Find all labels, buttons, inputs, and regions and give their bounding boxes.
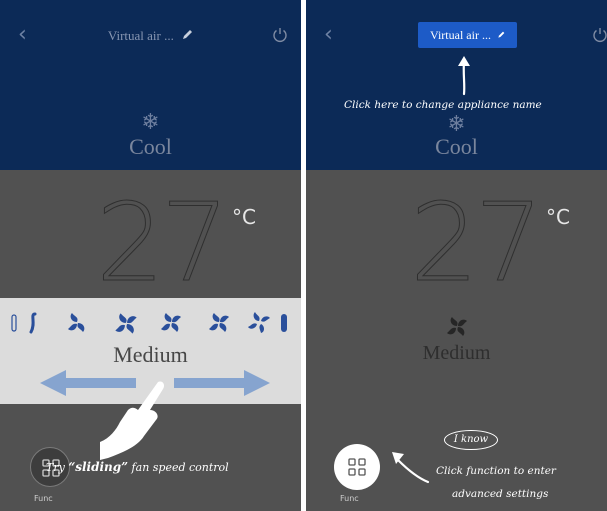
header-panel: ‹ Virtual air ... Click here to change a… (306, 0, 607, 170)
power-icon[interactable] (271, 26, 289, 44)
page-indicator (416, 504, 607, 511)
temperature-unit: °C (546, 205, 570, 229)
fan-level-6-icon[interactable] (244, 308, 274, 338)
appliance-name-button[interactable]: Virtual air ... (418, 22, 517, 48)
function-label: Func (340, 494, 359, 503)
header-panel: ‹ Virtual air ... ❄ Cool (0, 0, 301, 170)
fan-icon (446, 317, 467, 336)
arrow-left-icon (392, 452, 430, 484)
left-screen: ‹ Virtual air ... ❄ Cool 27 °C Medium Tr… (0, 0, 301, 511)
function-hint-line-1: Click function to enter (436, 465, 556, 477)
hand-gesture-icon (100, 381, 165, 460)
fan-speed-label: Medium (113, 342, 188, 367)
fan-level-5-icon[interactable] (204, 308, 234, 338)
mode-label: Cool (435, 134, 478, 159)
pencil-icon (498, 31, 505, 38)
function-label: Func (34, 494, 53, 503)
fan-level-3-icon[interactable] (110, 308, 142, 340)
hint-prefix: Try (46, 461, 69, 474)
back-chevron-icon[interactable]: ‹ (324, 22, 333, 47)
pencil-icon (183, 30, 193, 39)
appliance-name: Virtual air ... (430, 28, 491, 42)
sliding-hint: Try “sliding” fan speed control (46, 460, 229, 474)
appliance-name: Virtual air ... (107, 28, 174, 43)
i-know-button[interactable]: I know (444, 430, 498, 450)
temperature-value: 27 (409, 181, 543, 306)
fan-speed-label: Medium (422, 342, 491, 364)
mode-label: Cool (129, 134, 172, 159)
fan-level-2-icon[interactable] (62, 308, 92, 338)
fan-level-4-icon[interactable] (156, 308, 186, 338)
hint-suffix: fan speed control (128, 461, 229, 474)
fan-speed-icons (8, 308, 298, 342)
grid-icon (348, 458, 366, 476)
fan-max-icon (281, 314, 287, 332)
arrow-up-icon (458, 56, 470, 96)
hint-emphasis: “sliding” (68, 460, 129, 474)
fan-level-1-icon[interactable] (26, 308, 40, 338)
function-button[interactable] (334, 444, 380, 490)
snowflake-icon: ❄ (141, 110, 160, 135)
appliance-title[interactable]: Virtual air ... (0, 28, 301, 44)
right-screen: ‹ Virtual air ... Click here to change a… (306, 0, 607, 511)
function-hint-line-2: advanced settings (452, 488, 549, 500)
temperature-value: 27 (95, 181, 229, 306)
power-icon[interactable] (591, 26, 607, 44)
page-indicator (0, 504, 301, 511)
rename-hint: Click here to change appliance name (344, 99, 542, 111)
temperature-unit: °C (232, 205, 256, 229)
fan-min-icon (11, 314, 17, 332)
